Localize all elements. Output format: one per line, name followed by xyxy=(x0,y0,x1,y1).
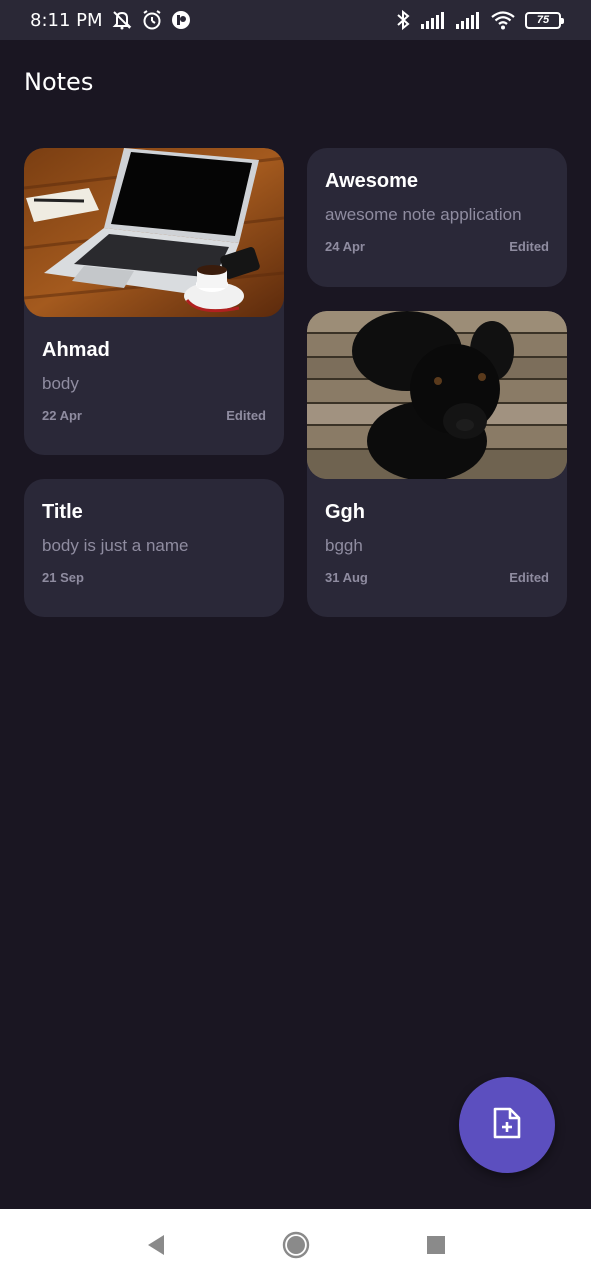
note-body: awesome note application xyxy=(325,205,522,224)
card-body: Ggh bggh 31 Aug Edited xyxy=(307,479,567,585)
add-note-icon xyxy=(492,1106,522,1145)
note-date: 31 Aug xyxy=(325,570,368,585)
note-meta: 22 Apr Edited xyxy=(42,408,266,423)
note-title: Awesome xyxy=(325,170,419,192)
back-icon[interactable] xyxy=(141,1230,171,1260)
note-meta: 21 Sep xyxy=(42,570,266,585)
laptop-coffee-photo xyxy=(24,148,284,317)
card-body: Title body is just a name 21 Sep xyxy=(24,479,284,585)
note-title: Ggh xyxy=(325,501,365,523)
black-dog-photo xyxy=(307,311,567,479)
note-title: Ahmad xyxy=(42,339,110,361)
app-notification-icon xyxy=(171,10,191,30)
card-body: Ahmad body 22 Apr Edited xyxy=(24,317,284,423)
signal-icon-2 xyxy=(455,10,481,30)
home-icon[interactable] xyxy=(281,1230,311,1260)
note-edited: Edited xyxy=(226,408,266,423)
note-date: 24 Apr xyxy=(325,239,365,254)
alarm-icon xyxy=(141,9,163,31)
note-card-ahmad[interactable]: Ahmad body 22 Apr Edited xyxy=(24,148,284,455)
wifi-icon xyxy=(490,10,516,30)
card-body: Awesome awesome note application 24 Apr … xyxy=(307,148,567,254)
note-body: bggh xyxy=(325,536,363,555)
system-nav-bar xyxy=(0,1209,591,1280)
note-date: 22 Apr xyxy=(42,408,82,423)
note-edited: Edited xyxy=(509,239,549,254)
muted-bell-icon xyxy=(111,10,133,30)
bluetooth-icon xyxy=(395,9,411,31)
note-body: body is just a name xyxy=(42,536,189,555)
status-left: 8:11 PM xyxy=(30,9,191,31)
status-bar: 8:11 PM 75 xyxy=(0,0,591,40)
note-date: 21 Sep xyxy=(42,570,84,585)
recents-icon[interactable] xyxy=(421,1230,451,1260)
note-meta: 24 Apr Edited xyxy=(325,239,549,254)
add-note-button[interactable] xyxy=(459,1077,555,1173)
note-meta: 31 Aug Edited xyxy=(325,570,549,585)
page-title: Notes xyxy=(24,68,94,96)
note-card-awesome[interactable]: Awesome awesome note application 24 Apr … xyxy=(307,148,567,287)
note-card-title[interactable]: Title body is just a name 21 Sep xyxy=(24,479,284,617)
note-edited: Edited xyxy=(509,570,549,585)
note-body: body xyxy=(42,374,79,393)
signal-icon xyxy=(420,10,446,30)
status-time: 8:11 PM xyxy=(30,9,103,31)
battery-icon: 75 xyxy=(525,11,564,29)
note-title: Title xyxy=(42,501,83,523)
note-card-ggh[interactable]: Ggh bggh 31 Aug Edited xyxy=(307,311,567,617)
status-right: 75 xyxy=(395,9,564,31)
